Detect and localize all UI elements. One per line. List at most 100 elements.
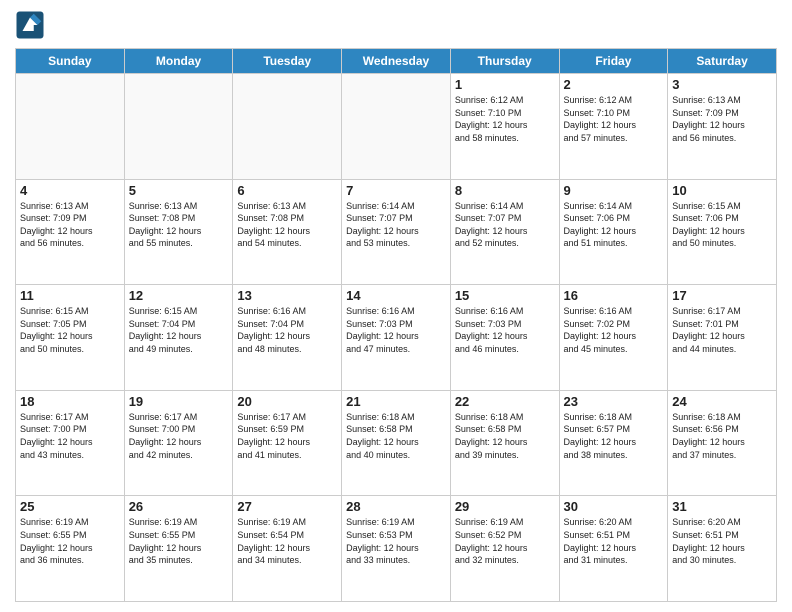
sun-info: Sunrise: 6:19 AMSunset: 6:54 PMDaylight:… [237,516,337,566]
day-number: 29 [455,499,555,514]
calendar-cell: 29Sunrise: 6:19 AMSunset: 6:52 PMDayligh… [450,496,559,602]
header [15,10,777,40]
day-number: 30 [564,499,664,514]
day-number: 16 [564,288,664,303]
day-number: 18 [20,394,120,409]
day-number: 4 [20,183,120,198]
sun-info: Sunrise: 6:14 AMSunset: 7:06 PMDaylight:… [564,200,664,250]
calendar-cell: 16 Sunrise: 6:16 AMSunset: 7:02 PMDayligh… [559,285,668,391]
sun-info: Sunrise: 6:17 AMSunset: 7:00 PMDaylight:… [20,411,120,461]
calendar-cell: 24 Sunrise: 6:18 AMSunset: 6:56 PMDayligh… [668,390,777,496]
calendar-week: 1 Sunrise: 6:12 AMSunset: 7:10 PMDaylight… [16,74,777,180]
sun-info: Sunrise: 6:18 AMSunset: 6:58 PMDaylight:… [346,411,446,461]
calendar-cell: 26 Sunrise: 6:19 AMSunset: 6:55 PMDayligh… [124,496,233,602]
day-number: 25 [20,499,120,514]
sun-info: Sunrise: 6:13 AMSunset: 7:09 PMDaylight:… [20,200,120,250]
calendar-week: 11 Sunrise: 6:15 AMSunset: 7:05 PMDayligh… [16,285,777,391]
sun-info: Sunrise: 6:16 AMSunset: 7:04 PMDaylight:… [237,305,337,355]
sun-info: Sunrise: 6:18 AMSunset: 6:56 PMDaylight:… [672,411,772,461]
day-number: 9 [564,183,664,198]
dow-header: Friday [559,49,668,74]
sun-info: Sunrise: 6:18 AMSunset: 6:57 PMDaylight:… [564,411,664,461]
sun-info: Sunrise: 6:18 AMSunset: 6:58 PMDaylight:… [455,411,555,461]
sun-info: Sunrise: 6:19 AMSunset: 6:55 PMDaylight:… [129,516,229,566]
dow-header: Tuesday [233,49,342,74]
sun-info: Sunrise: 6:12 AMSunset: 7:10 PMDaylight:… [455,94,555,144]
logo-icon [15,10,45,40]
sun-info: Sunrise: 6:20 AMSunset: 6:51 PMDaylight:… [672,516,772,566]
calendar-cell [124,74,233,180]
calendar-body: 1 Sunrise: 6:12 AMSunset: 7:10 PMDaylight… [16,74,777,602]
calendar-cell: 18 Sunrise: 6:17 AMSunset: 7:00 PMDayligh… [16,390,125,496]
calendar-cell: 30 Sunrise: 6:20 AMSunset: 6:51 PMDayligh… [559,496,668,602]
calendar-cell [16,74,125,180]
calendar-cell: 19 Sunrise: 6:17 AMSunset: 7:00 PMDayligh… [124,390,233,496]
calendar-week: 4 Sunrise: 6:13 AMSunset: 7:09 PMDaylight… [16,179,777,285]
day-of-week-row: SundayMondayTuesdayWednesdayThursdayFrid… [16,49,777,74]
calendar-cell: 9 Sunrise: 6:14 AMSunset: 7:06 PMDaylight… [559,179,668,285]
dow-header: Saturday [668,49,777,74]
sun-info: Sunrise: 6:15 AMSunset: 7:06 PMDaylight:… [672,200,772,250]
calendar-cell: 13Sunrise: 6:16 AMSunset: 7:04 PMDayligh… [233,285,342,391]
day-number: 8 [455,183,555,198]
logo [15,10,49,40]
day-number: 10 [672,183,772,198]
sun-info: Sunrise: 6:12 AMSunset: 7:10 PMDaylight:… [564,94,664,144]
day-number: 11 [20,288,120,303]
calendar-cell: 15 Sunrise: 6:16 AMSunset: 7:03 PMDayligh… [450,285,559,391]
calendar-cell: 6 Sunrise: 6:13 AMSunset: 7:08 PMDaylight… [233,179,342,285]
calendar-cell: 4 Sunrise: 6:13 AMSunset: 7:09 PMDaylight… [16,179,125,285]
day-number: 15 [455,288,555,303]
day-number: 28 [346,499,446,514]
calendar-cell: 17Sunrise: 6:17 AMSunset: 7:01 PMDayligh… [668,285,777,391]
calendar: SundayMondayTuesdayWednesdayThursdayFrid… [15,48,777,602]
day-number: 12 [129,288,229,303]
day-number: 26 [129,499,229,514]
sun-info: Sunrise: 6:15 AMSunset: 7:04 PMDaylight:… [129,305,229,355]
sun-info: Sunrise: 6:19 AMSunset: 6:53 PMDaylight:… [346,516,446,566]
day-number: 7 [346,183,446,198]
calendar-cell: 11 Sunrise: 6:15 AMSunset: 7:05 PMDayligh… [16,285,125,391]
calendar-cell: 22 Sunrise: 6:18 AMSunset: 6:58 PMDayligh… [450,390,559,496]
calendar-cell: 5Sunrise: 6:13 AMSunset: 7:08 PMDaylight… [124,179,233,285]
calendar-cell: 12 Sunrise: 6:15 AMSunset: 7:04 PMDayligh… [124,285,233,391]
calendar-cell: 10 Sunrise: 6:15 AMSunset: 7:06 PMDayligh… [668,179,777,285]
calendar-cell [233,74,342,180]
sun-info: Sunrise: 6:17 AMSunset: 7:00 PMDaylight:… [129,411,229,461]
day-number: 24 [672,394,772,409]
day-number: 20 [237,394,337,409]
sun-info: Sunrise: 6:20 AMSunset: 6:51 PMDaylight:… [564,516,664,566]
calendar-cell: 3Sunrise: 6:13 AMSunset: 7:09 PMDaylight… [668,74,777,180]
calendar-cell: 23 Sunrise: 6:18 AMSunset: 6:57 PMDayligh… [559,390,668,496]
day-number: 23 [564,394,664,409]
day-number: 1 [455,77,555,92]
calendar-cell: 14 Sunrise: 6:16 AMSunset: 7:03 PMDayligh… [342,285,451,391]
day-number: 17 [672,288,772,303]
day-number: 21 [346,394,446,409]
sun-info: Sunrise: 6:19 AMSunset: 6:55 PMDaylight:… [20,516,120,566]
calendar-cell: 28 Sunrise: 6:19 AMSunset: 6:53 PMDayligh… [342,496,451,602]
sun-info: Sunrise: 6:15 AMSunset: 7:05 PMDaylight:… [20,305,120,355]
calendar-cell [342,74,451,180]
day-number: 6 [237,183,337,198]
calendar-cell: 7 Sunrise: 6:14 AMSunset: 7:07 PMDaylight… [342,179,451,285]
calendar-week: 18 Sunrise: 6:17 AMSunset: 7:00 PMDayligh… [16,390,777,496]
day-number: 19 [129,394,229,409]
sun-info: Sunrise: 6:16 AMSunset: 7:03 PMDaylight:… [455,305,555,355]
sun-info: Sunrise: 6:17 AMSunset: 6:59 PMDaylight:… [237,411,337,461]
sun-info: Sunrise: 6:16 AMSunset: 7:03 PMDaylight:… [346,305,446,355]
sun-info: Sunrise: 6:16 AMSunset: 7:02 PMDaylight:… [564,305,664,355]
calendar-cell: 2 Sunrise: 6:12 AMSunset: 7:10 PMDaylight… [559,74,668,180]
day-number: 14 [346,288,446,303]
sun-info: Sunrise: 6:14 AMSunset: 7:07 PMDaylight:… [346,200,446,250]
sun-info: Sunrise: 6:14 AMSunset: 7:07 PMDaylight:… [455,200,555,250]
calendar-cell: 31Sunrise: 6:20 AMSunset: 6:51 PMDayligh… [668,496,777,602]
day-number: 2 [564,77,664,92]
calendar-cell: 1 Sunrise: 6:12 AMSunset: 7:10 PMDaylight… [450,74,559,180]
calendar-cell: 8 Sunrise: 6:14 AMSunset: 7:07 PMDaylight… [450,179,559,285]
calendar-cell: 20 Sunrise: 6:17 AMSunset: 6:59 PMDayligh… [233,390,342,496]
sun-info: Sunrise: 6:13 AMSunset: 7:09 PMDaylight:… [672,94,772,144]
dow-header: Sunday [16,49,125,74]
sun-info: Sunrise: 6:13 AMSunset: 7:08 PMDaylight:… [237,200,337,250]
day-number: 22 [455,394,555,409]
